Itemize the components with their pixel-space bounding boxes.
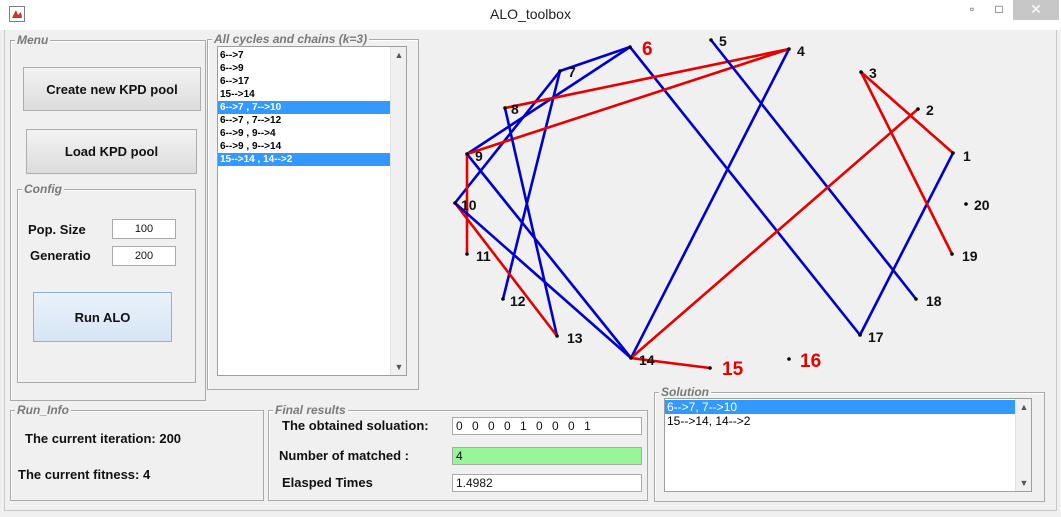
node-2-point	[916, 107, 920, 111]
node-13-point	[555, 334, 559, 338]
run-info-legend: Run_Info	[15, 403, 71, 417]
node-17-label: 17	[868, 329, 884, 345]
node-16-point	[787, 357, 791, 361]
node-8-point	[503, 106, 507, 110]
node-19-label: 19	[962, 248, 978, 264]
node-7-label: 7	[568, 64, 576, 80]
node-11-point	[465, 252, 469, 256]
node-6-label: 6	[642, 39, 653, 60]
current-fitness-text: The current fitness: 4	[18, 467, 151, 482]
run-info-panel: Run_Info	[10, 403, 264, 501]
node-15-point	[708, 366, 712, 370]
node-3-point	[859, 70, 863, 74]
node-5-point	[709, 38, 713, 42]
edge-4-14	[629, 48, 791, 359]
node-20-point	[964, 202, 968, 206]
edge-3-19	[859, 71, 954, 255]
solution-legend: Solution	[659, 385, 711, 399]
matched-count-label: Number of matched :	[279, 448, 410, 463]
edge-10-14	[454, 202, 632, 359]
edge-3-1	[860, 71, 954, 154]
edge-5-18	[709, 39, 918, 300]
node-3-label: 3	[869, 65, 877, 81]
edge-14-2	[630, 108, 919, 359]
scroll-down-icon[interactable]: ▼	[1016, 475, 1031, 491]
node-15-label: 15	[722, 359, 744, 380]
node-1-label: 1	[963, 148, 971, 164]
node-11-label: 11	[476, 248, 491, 264]
matched-count-field[interactable]: 4	[452, 447, 642, 465]
node-10-point	[453, 201, 457, 205]
solution-vector-label: The obtained soluation:	[282, 418, 429, 433]
node-16-label: 16	[800, 351, 821, 372]
node-13-label: 13	[567, 330, 583, 346]
solution-listbox[interactable]: 6-->7, 7-->10 15-->14, 14-->2 ▲ ▼	[664, 398, 1032, 492]
node-18-label: 18	[926, 293, 942, 309]
edge-6-9	[466, 45, 631, 156]
node-6-point	[628, 45, 632, 49]
node-14-point	[629, 356, 633, 360]
node-8-label: 8	[511, 101, 519, 117]
node-2-label: 2	[926, 102, 934, 118]
node-18-point	[914, 297, 918, 301]
elapsed-time-label: Elasped Times	[282, 475, 373, 490]
node-10-label: 10	[461, 197, 477, 213]
elapsed-time-field[interactable]: 1.4982	[452, 474, 642, 492]
node-19-point	[950, 252, 954, 256]
node-4-point	[787, 47, 791, 51]
node-1-point	[951, 151, 955, 155]
node-9-label: 9	[475, 148, 483, 164]
node-9-point	[465, 152, 469, 156]
solution-scrollbar[interactable]: ▲ ▼	[1015, 399, 1031, 491]
node-12-label: 12	[510, 293, 526, 309]
node-5-label: 5	[719, 33, 727, 49]
scroll-up-icon[interactable]: ▲	[1016, 399, 1031, 415]
node-7-point	[558, 69, 562, 73]
node-20-label: 20	[974, 197, 990, 213]
solution-vector-field[interactable]: 0 0 0 0 1 0 0 0 1	[452, 417, 642, 435]
solution-item-selected[interactable]: 6-->7, 7-->10	[665, 400, 1016, 414]
node-14-label: 14	[639, 352, 655, 368]
final-results-legend: Final results	[273, 403, 348, 417]
node-12-point	[501, 297, 505, 301]
node-4-label: 4	[797, 43, 805, 59]
node-17-point	[858, 333, 862, 337]
current-iteration-text: The current iteration: 200	[25, 431, 182, 446]
solution-item[interactable]: 15-->14, 14-->2	[665, 414, 1031, 428]
